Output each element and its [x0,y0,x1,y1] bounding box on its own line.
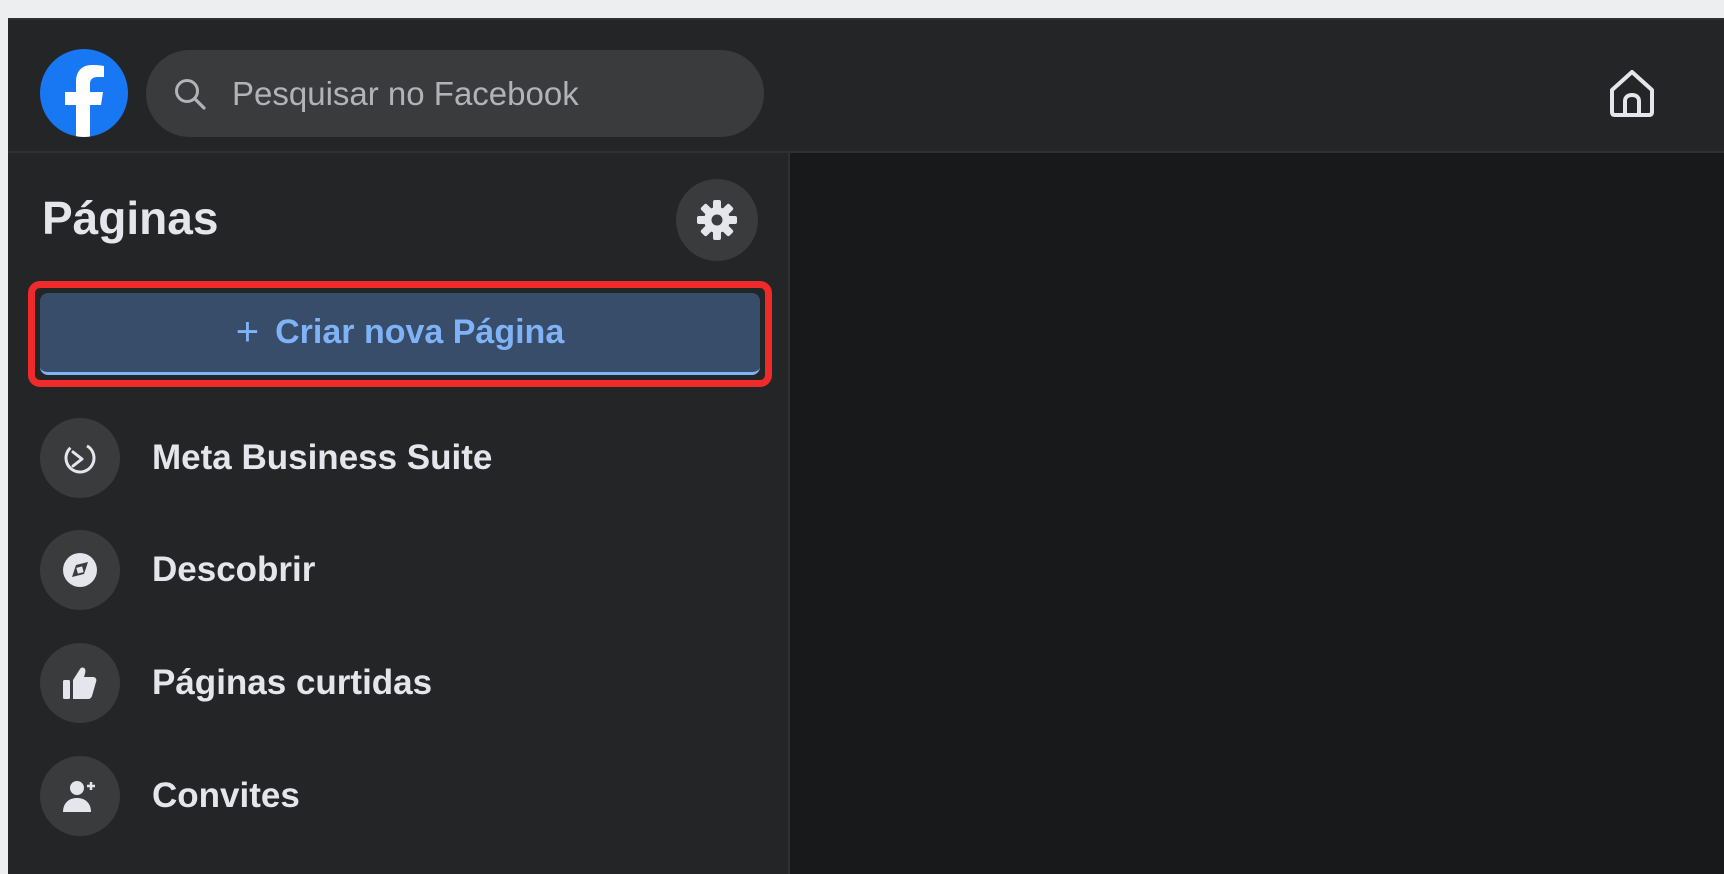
gear-icon [697,200,737,240]
sidebar-item-descobrir[interactable]: Descobrir [40,525,760,615]
top-navigation-bar: Pesquisar no Facebook [8,18,1724,153]
browser-viewport: Pesquisar no Facebook Páginas + Criar no… [8,18,1724,874]
thumbs-up-icon [40,643,120,723]
sidebar-item-meta-business-suite[interactable]: Meta Business Suite [40,413,760,503]
sidebar-item-convites[interactable]: Convites [40,751,760,841]
sidebar-item-label: Meta Business Suite [152,438,493,477]
sidebar-item-paginas-curtidas[interactable]: Páginas curtidas [40,638,760,728]
compass-icon [40,530,120,610]
main-content-area [790,153,1724,874]
page-title: Páginas [42,192,219,244]
create-new-page-button[interactable]: + Criar nova Página [40,293,760,375]
sidebar-item-label: Páginas curtidas [152,663,433,702]
search-field[interactable]: Pesquisar no Facebook [146,50,764,137]
plus-icon: + [235,310,260,354]
settings-button[interactable] [676,179,758,261]
create-new-page-label: Criar nova Página [275,313,565,351]
facebook-logo-icon[interactable] [40,49,128,137]
search-input-placeholder[interactable]: Pesquisar no Facebook [232,50,579,137]
home-icon[interactable] [1604,65,1660,121]
pages-sidebar: Páginas + Criar nova Página Meta Busines… [8,153,790,874]
search-icon [172,76,208,112]
sidebar-item-label: Descobrir [152,550,316,589]
sidebar-item-label: Convites [152,776,300,815]
meta-business-suite-icon [40,418,120,498]
add-person-icon [40,756,120,836]
